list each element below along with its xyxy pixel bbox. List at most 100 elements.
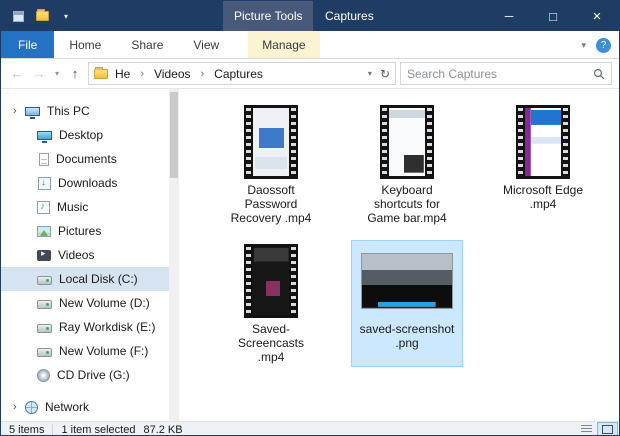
ribbon-tab-row: File Home Share View Manage ▾ ? xyxy=(1,31,619,59)
properties-button[interactable] xyxy=(10,8,26,24)
file-item-daossoft-password-recovery[interactable]: Daossoft Password Recovery .mp4 xyxy=(203,101,339,228)
expand-chevron-icon[interactable]: › xyxy=(13,105,25,117)
breadcrumb-separator-icon[interactable]: › xyxy=(137,68,147,80)
search-box xyxy=(400,62,612,85)
drive-icon xyxy=(37,348,52,357)
tab-file[interactable]: File xyxy=(1,31,54,58)
large-icons-view-button[interactable] xyxy=(597,422,618,436)
main-area: › This PC Desktop Documents Downloads Mu… xyxy=(1,89,619,421)
sidebar-scrollbar[interactable] xyxy=(169,89,179,421)
drive-icon xyxy=(37,276,52,285)
file-name-label: Daossoft Password Recovery .mp4 xyxy=(223,183,319,225)
forward-button[interactable]: → xyxy=(30,66,48,81)
properties-icon xyxy=(13,11,24,22)
address-bar[interactable]: He › Videos › Captures ▾ ↻ xyxy=(88,62,396,85)
file-item-saved-screenshot[interactable]: saved-screenshot .png xyxy=(351,240,463,367)
large-icons-view-icon xyxy=(602,425,613,434)
sidebar-item-new-volume-d[interactable]: New Volume (D:) xyxy=(1,291,169,315)
search-icon xyxy=(593,68,605,80)
search-input[interactable] xyxy=(407,67,593,81)
file-item-microsoft-edge[interactable]: Microsoft Edge .mp4 xyxy=(475,101,611,228)
recent-locations-dropdown[interactable]: ▾ xyxy=(52,69,62,78)
file-name-label: Microsoft Edge .mp4 xyxy=(495,183,591,211)
downloads-icon xyxy=(38,177,51,190)
details-view-button[interactable] xyxy=(576,422,597,436)
sidebar-item-label: Desktop xyxy=(59,128,103,142)
view-toggle-buttons xyxy=(576,422,618,436)
items-count-label: 5 items xyxy=(9,424,44,436)
back-button[interactable]: ← xyxy=(8,66,26,81)
sidebar-item-local-disk-c[interactable]: Local Disk (C:) xyxy=(1,267,169,291)
window-controls: ─ □ × xyxy=(487,1,619,31)
sidebar-item-documents[interactable]: Documents xyxy=(1,147,169,171)
new-folder-button[interactable] xyxy=(34,8,50,24)
sidebar-item-label: Documents xyxy=(56,152,117,166)
network-icon xyxy=(25,401,38,414)
desktop-icon xyxy=(37,131,52,140)
sidebar-item-videos[interactable]: Videos xyxy=(1,243,169,267)
video-thumbnail xyxy=(380,104,434,180)
minimize-button[interactable]: ─ xyxy=(487,1,531,31)
sidebar-item-ray-workdisk-e[interactable]: Ray Workdisk (E:) xyxy=(1,315,169,339)
file-item-saved-screencasts[interactable]: Saved-Screencasts .mp4 xyxy=(203,240,339,367)
tab-view[interactable]: View xyxy=(178,31,234,58)
sidebar-item-this-pc[interactable]: › This PC xyxy=(1,99,169,123)
sidebar-item-label: CD Drive (G:) xyxy=(57,368,130,382)
file-explorer-window: ▾ Picture Tools Captures ─ □ × File Home… xyxy=(0,0,620,436)
navigation-pane: › This PC Desktop Documents Downloads Mu… xyxy=(1,89,169,421)
window-title: Captures xyxy=(325,1,374,31)
filmstrip-icon xyxy=(516,105,570,179)
sidebar-item-label: Pictures xyxy=(58,224,101,238)
maximize-button[interactable]: □ xyxy=(531,1,575,31)
address-dropdown-icon[interactable]: ▾ xyxy=(368,69,372,78)
sidebar-item-label: Network xyxy=(45,400,89,414)
folder-icon xyxy=(36,11,49,21)
filmstrip-icon xyxy=(380,105,434,179)
sidebar-item-music[interactable]: Music xyxy=(1,195,169,219)
expand-ribbon-button[interactable]: ▾ xyxy=(581,40,586,51)
expand-chevron-icon[interactable]: › xyxy=(13,401,25,413)
refresh-icon[interactable]: ↻ xyxy=(380,67,390,81)
sidebar-item-label: New Volume (D:) xyxy=(59,296,150,310)
up-button[interactable]: ↑ xyxy=(66,66,84,81)
tab-home[interactable]: Home xyxy=(54,31,116,58)
video-thumbnail xyxy=(244,243,298,319)
sidebar-item-cd-drive-g[interactable]: CD Drive (G:) xyxy=(1,363,169,387)
breadcrumb-segment-captures[interactable]: Captures xyxy=(212,67,265,81)
breadcrumb-separator-icon[interactable]: › xyxy=(198,68,208,80)
address-bar-controls: ▾ ↻ xyxy=(368,67,390,81)
breadcrumb-segment-videos[interactable]: Videos xyxy=(152,67,192,81)
status-bar: 5 items 1 item selected 87.2 KB xyxy=(1,421,619,436)
music-icon xyxy=(37,201,50,214)
sidebar-item-new-volume-f[interactable]: New Volume (F:) xyxy=(1,339,169,363)
sidebar-item-downloads[interactable]: Downloads xyxy=(1,171,169,195)
sidebar-item-network[interactable]: › Network xyxy=(1,395,169,419)
drive-icon xyxy=(37,300,52,309)
selection-size-label: 87.2 KB xyxy=(143,424,182,436)
file-item-keyboard-shortcuts[interactable]: Keyboard shortcuts for Game bar.mp4 xyxy=(339,101,475,228)
titlebar: ▾ Picture Tools Captures ─ □ × xyxy=(1,1,619,31)
file-name-label: Saved-Screencasts .mp4 xyxy=(223,322,319,364)
cd-drive-icon xyxy=(37,369,50,382)
status-divider xyxy=(52,424,53,435)
customize-qat-button[interactable]: ▾ xyxy=(58,8,74,24)
tab-share[interactable]: Share xyxy=(116,31,178,58)
breadcrumb-segment-he[interactable]: He xyxy=(113,67,132,81)
help-button[interactable]: ? xyxy=(596,38,611,53)
sidebar-item-pictures[interactable]: Pictures xyxy=(1,219,169,243)
sidebar-item-desktop[interactable]: Desktop xyxy=(1,123,169,147)
file-name-label: Keyboard shortcuts for Game bar.mp4 xyxy=(359,183,455,225)
picture-tools-contextual-header[interactable]: Picture Tools xyxy=(223,1,313,31)
sidebar-item-label: Ray Workdisk (E:) xyxy=(59,320,155,334)
navigation-bar: ← → ▾ ↑ He › Videos › Captures ▾ ↻ xyxy=(1,59,619,89)
sidebar-item-label: Downloads xyxy=(58,176,117,190)
sidebar-item-label: Local Disk (C:) xyxy=(59,272,138,286)
tab-manage[interactable]: Manage xyxy=(248,31,319,58)
scrollbar-thumb[interactable] xyxy=(170,92,178,178)
quick-access-toolbar: ▾ xyxy=(1,8,74,24)
documents-icon xyxy=(39,153,49,166)
selection-count-label: 1 item selected xyxy=(61,424,135,436)
close-button[interactable]: × xyxy=(575,1,619,31)
image-thumbnail xyxy=(361,243,453,319)
file-list: Daossoft Password Recovery .mp4 Keyboard… xyxy=(179,89,619,421)
